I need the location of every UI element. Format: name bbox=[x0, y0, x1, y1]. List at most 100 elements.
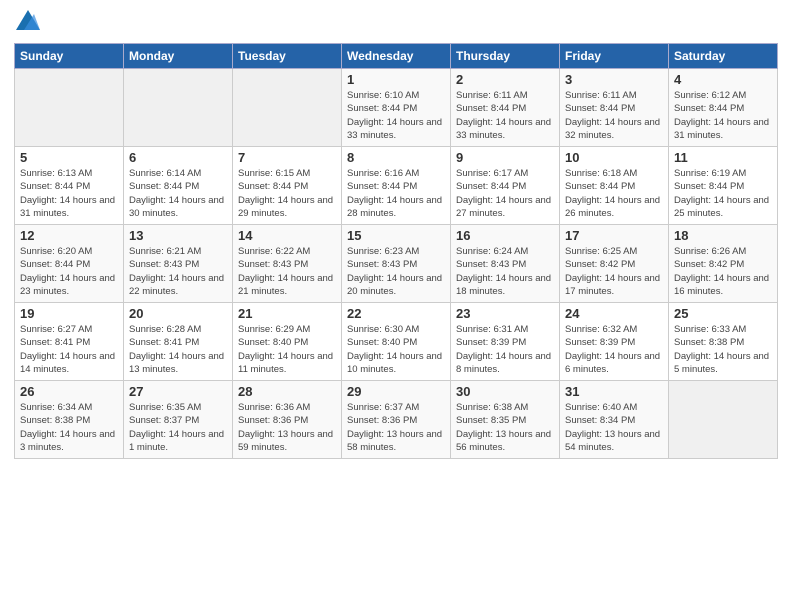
day-info: Sunrise: 6:34 AMSunset: 8:38 PMDaylight:… bbox=[20, 401, 118, 454]
day-number: 19 bbox=[20, 306, 118, 321]
day-number: 25 bbox=[674, 306, 772, 321]
day-cell: 11 Sunrise: 6:19 AMSunset: 8:44 PMDayligh… bbox=[669, 147, 778, 225]
day-cell bbox=[669, 381, 778, 459]
day-cell: 24Sunrise: 6:32 AMSunset: 8:39 PMDayligh… bbox=[560, 303, 669, 381]
day-cell: 19 Sunrise: 6:27 AMSunset: 8:41 PMDayligh… bbox=[15, 303, 124, 381]
day-cell: 8 Sunrise: 6:16 AMSunset: 8:44 PMDaylight… bbox=[342, 147, 451, 225]
day-cell: 15 Sunrise: 6:23 AMSunset: 8:43 PMDayligh… bbox=[342, 225, 451, 303]
day-info: Sunrise: 6:24 AMSunset: 8:43 PMDaylight:… bbox=[456, 245, 554, 298]
day-number: 8 bbox=[347, 150, 445, 165]
day-info: Sunrise: 6:12 AMSunset: 8:44 PMDaylight:… bbox=[674, 89, 772, 142]
day-number: 13 bbox=[129, 228, 227, 243]
day-info: Sunrise: 6:21 AMSunset: 8:43 PMDaylight:… bbox=[129, 245, 227, 298]
day-number: 7 bbox=[238, 150, 336, 165]
day-cell: 1 Sunrise: 6:10 AMSunset: 8:44 PMDaylight… bbox=[342, 69, 451, 147]
day-number: 27 bbox=[129, 384, 227, 399]
day-number: 29 bbox=[347, 384, 445, 399]
day-cell: 5Sunrise: 6:13 AMSunset: 8:44 PMDaylight… bbox=[15, 147, 124, 225]
day-number: 30 bbox=[456, 384, 554, 399]
day-number: 11 bbox=[674, 150, 772, 165]
day-cell: 9 Sunrise: 6:17 AMSunset: 8:44 PMDaylight… bbox=[451, 147, 560, 225]
day-cell: 26 Sunrise: 6:34 AMSunset: 8:38 PMDayligh… bbox=[15, 381, 124, 459]
day-cell: 17 Sunrise: 6:25 AMSunset: 8:42 PMDayligh… bbox=[560, 225, 669, 303]
day-cell: 21Sunrise: 6:29 AMSunset: 8:40 PMDayligh… bbox=[233, 303, 342, 381]
day-number: 16 bbox=[456, 228, 554, 243]
day-info: Sunrise: 6:23 AMSunset: 8:43 PMDaylight:… bbox=[347, 245, 445, 298]
day-number: 4 bbox=[674, 72, 772, 87]
day-cell: 12Sunrise: 6:20 AMSunset: 8:44 PMDayligh… bbox=[15, 225, 124, 303]
page-container: SundayMondayTuesdayWednesdayThursdayFrid… bbox=[0, 0, 792, 467]
day-number: 5 bbox=[20, 150, 118, 165]
day-info: Sunrise: 6:26 AMSunset: 8:42 PMDaylight:… bbox=[674, 245, 772, 298]
day-cell bbox=[15, 69, 124, 147]
day-cell bbox=[124, 69, 233, 147]
day-info: Sunrise: 6:25 AMSunset: 8:42 PMDaylight:… bbox=[565, 245, 663, 298]
day-info: Sunrise: 6:28 AMSunset: 8:41 PMDaylight:… bbox=[129, 323, 227, 376]
day-number: 12 bbox=[20, 228, 118, 243]
day-info: Sunrise: 6:14 AMSunset: 8:44 PMDaylight:… bbox=[129, 167, 227, 220]
day-cell: 25Sunrise: 6:33 AMSunset: 8:38 PMDayligh… bbox=[669, 303, 778, 381]
day-number: 14 bbox=[238, 228, 336, 243]
day-info: Sunrise: 6:30 AMSunset: 8:40 PMDaylight:… bbox=[347, 323, 445, 376]
day-number: 10 bbox=[565, 150, 663, 165]
day-number: 31 bbox=[565, 384, 663, 399]
day-cell: 7 Sunrise: 6:15 AMSunset: 8:44 PMDaylight… bbox=[233, 147, 342, 225]
day-cell: 22Sunrise: 6:30 AMSunset: 8:40 PMDayligh… bbox=[342, 303, 451, 381]
day-info: Sunrise: 6:15 AMSunset: 8:44 PMDaylight:… bbox=[238, 167, 336, 220]
day-info: Sunrise: 6:16 AMSunset: 8:44 PMDaylight:… bbox=[347, 167, 445, 220]
weekday-header-row: SundayMondayTuesdayWednesdayThursdayFrid… bbox=[15, 44, 778, 69]
day-info: Sunrise: 6:36 AMSunset: 8:36 PMDaylight:… bbox=[238, 401, 336, 454]
day-cell: 29 Sunrise: 6:37 AMSunset: 8:36 PMDayligh… bbox=[342, 381, 451, 459]
day-info: Sunrise: 6:17 AMSunset: 8:44 PMDaylight:… bbox=[456, 167, 554, 220]
day-number: 26 bbox=[20, 384, 118, 399]
day-cell: 23Sunrise: 6:31 AMSunset: 8:39 PMDayligh… bbox=[451, 303, 560, 381]
day-info: Sunrise: 6:10 AMSunset: 8:44 PMDaylight:… bbox=[347, 89, 445, 142]
day-cell: 2Sunrise: 6:11 AMSunset: 8:44 PMDaylight… bbox=[451, 69, 560, 147]
day-info: Sunrise: 6:11 AMSunset: 8:44 PMDaylight:… bbox=[565, 89, 663, 142]
weekday-header-tuesday: Tuesday bbox=[233, 44, 342, 69]
day-number: 24 bbox=[565, 306, 663, 321]
logo-icon bbox=[16, 10, 40, 30]
header bbox=[14, 10, 778, 35]
day-cell: 16 Sunrise: 6:24 AMSunset: 8:43 PMDayligh… bbox=[451, 225, 560, 303]
day-number: 9 bbox=[456, 150, 554, 165]
day-cell: 31 Sunrise: 6:40 AMSunset: 8:34 PMDayligh… bbox=[560, 381, 669, 459]
day-cell: 13 Sunrise: 6:21 AMSunset: 8:43 PMDayligh… bbox=[124, 225, 233, 303]
weekday-header-wednesday: Wednesday bbox=[342, 44, 451, 69]
logo-text bbox=[14, 10, 40, 35]
day-cell: 18 Sunrise: 6:26 AMSunset: 8:42 PMDayligh… bbox=[669, 225, 778, 303]
weekday-header-thursday: Thursday bbox=[451, 44, 560, 69]
week-row-4: 19 Sunrise: 6:27 AMSunset: 8:41 PMDayligh… bbox=[15, 303, 778, 381]
day-info: Sunrise: 6:40 AMSunset: 8:34 PMDaylight:… bbox=[565, 401, 663, 454]
day-info: Sunrise: 6:37 AMSunset: 8:36 PMDaylight:… bbox=[347, 401, 445, 454]
day-cell: 14Sunrise: 6:22 AMSunset: 8:43 PMDayligh… bbox=[233, 225, 342, 303]
week-row-3: 12Sunrise: 6:20 AMSunset: 8:44 PMDayligh… bbox=[15, 225, 778, 303]
weekday-header-monday: Monday bbox=[124, 44, 233, 69]
day-cell: 10 Sunrise: 6:18 AMSunset: 8:44 PMDayligh… bbox=[560, 147, 669, 225]
logo bbox=[14, 10, 40, 35]
day-cell: 30 Sunrise: 6:38 AMSunset: 8:35 PMDayligh… bbox=[451, 381, 560, 459]
day-cell: 6 Sunrise: 6:14 AMSunset: 8:44 PMDaylight… bbox=[124, 147, 233, 225]
day-number: 15 bbox=[347, 228, 445, 243]
day-number: 18 bbox=[674, 228, 772, 243]
day-number: 6 bbox=[129, 150, 227, 165]
day-info: Sunrise: 6:18 AMSunset: 8:44 PMDaylight:… bbox=[565, 167, 663, 220]
day-number: 17 bbox=[565, 228, 663, 243]
day-cell: 28 Sunrise: 6:36 AMSunset: 8:36 PMDayligh… bbox=[233, 381, 342, 459]
day-info: Sunrise: 6:27 AMSunset: 8:41 PMDaylight:… bbox=[20, 323, 118, 376]
day-info: Sunrise: 6:19 AMSunset: 8:44 PMDaylight:… bbox=[674, 167, 772, 220]
calendar-table: SundayMondayTuesdayWednesdayThursdayFrid… bbox=[14, 43, 778, 459]
day-info: Sunrise: 6:11 AMSunset: 8:44 PMDaylight:… bbox=[456, 89, 554, 142]
day-number: 20 bbox=[129, 306, 227, 321]
weekday-header-sunday: Sunday bbox=[15, 44, 124, 69]
weekday-header-saturday: Saturday bbox=[669, 44, 778, 69]
week-row-1: 1 Sunrise: 6:10 AMSunset: 8:44 PMDaylight… bbox=[15, 69, 778, 147]
week-row-2: 5Sunrise: 6:13 AMSunset: 8:44 PMDaylight… bbox=[15, 147, 778, 225]
weekday-header-friday: Friday bbox=[560, 44, 669, 69]
day-number: 3 bbox=[565, 72, 663, 87]
day-cell: 3 Sunrise: 6:11 AMSunset: 8:44 PMDaylight… bbox=[560, 69, 669, 147]
day-number: 1 bbox=[347, 72, 445, 87]
day-number: 28 bbox=[238, 384, 336, 399]
day-info: Sunrise: 6:38 AMSunset: 8:35 PMDaylight:… bbox=[456, 401, 554, 454]
day-info: Sunrise: 6:31 AMSunset: 8:39 PMDaylight:… bbox=[456, 323, 554, 376]
